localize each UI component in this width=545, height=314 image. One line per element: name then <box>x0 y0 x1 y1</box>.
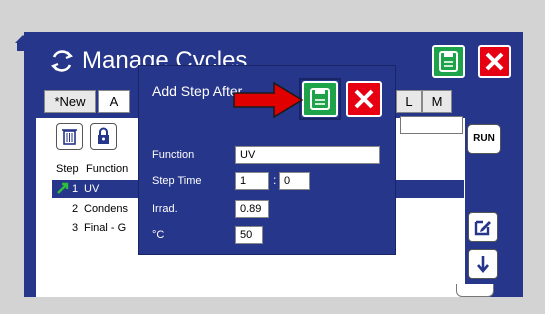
time-separator: : <box>273 173 277 187</box>
function-field[interactable]: UV <box>235 146 380 164</box>
lock-icon <box>98 127 109 144</box>
row-function[interactable]: Final - G <box>84 222 126 234</box>
move-down-button[interactable] <box>468 249 498 279</box>
dialog-save-button[interactable] <box>302 81 338 117</box>
close-icon <box>354 89 374 109</box>
row-function[interactable]: Condens <box>84 203 128 215</box>
pointer-arrow-icon <box>232 80 304 120</box>
tab-new[interactable]: *New <box>44 90 96 113</box>
current-step-arrow-icon <box>56 181 70 200</box>
arrow-down-icon <box>477 256 489 274</box>
temperature-label: °C <box>152 229 165 241</box>
cycle-refresh-icon <box>48 47 76 75</box>
run-button[interactable]: RUN <box>467 124 501 154</box>
tab-a[interactable]: A <box>98 90 130 113</box>
row-step-number: 3 <box>72 222 79 234</box>
step-time-label: Step Time <box>152 175 202 187</box>
tab-l[interactable]: L <box>396 90 422 113</box>
edit-icon <box>474 220 491 236</box>
lock-button[interactable] <box>90 123 117 150</box>
row-function: UV <box>84 183 100 195</box>
step-time-seconds-field[interactable]: 0 <box>279 172 310 190</box>
delete-button[interactable] <box>56 123 83 150</box>
step-column-header: Step <box>56 163 79 175</box>
save-icon <box>310 88 330 110</box>
irrad-label: Irrad. <box>152 203 178 215</box>
edit-step-button[interactable] <box>468 212 498 242</box>
row-step-number: 1 <box>72 183 79 195</box>
trash-icon <box>62 129 77 145</box>
row-step-number: 2 <box>72 203 79 215</box>
cycle-name-field[interactable] <box>400 116 463 134</box>
step-time-minutes-field[interactable]: 1 <box>235 172 269 190</box>
dialog-title: Add Step After <box>152 83 243 99</box>
temperature-field[interactable]: 50 <box>235 226 263 244</box>
tab-m[interactable]: M <box>422 90 452 113</box>
save-button[interactable] <box>432 45 465 78</box>
irrad-field[interactable]: 0.89 <box>235 200 269 218</box>
dialog-close-button[interactable] <box>346 81 382 117</box>
home-icon[interactable] <box>14 34 32 52</box>
function-column-header: Function <box>86 163 129 175</box>
scroll-handle[interactable] <box>456 284 494 297</box>
function-label: Function <box>152 149 195 161</box>
close-button[interactable] <box>478 45 511 78</box>
